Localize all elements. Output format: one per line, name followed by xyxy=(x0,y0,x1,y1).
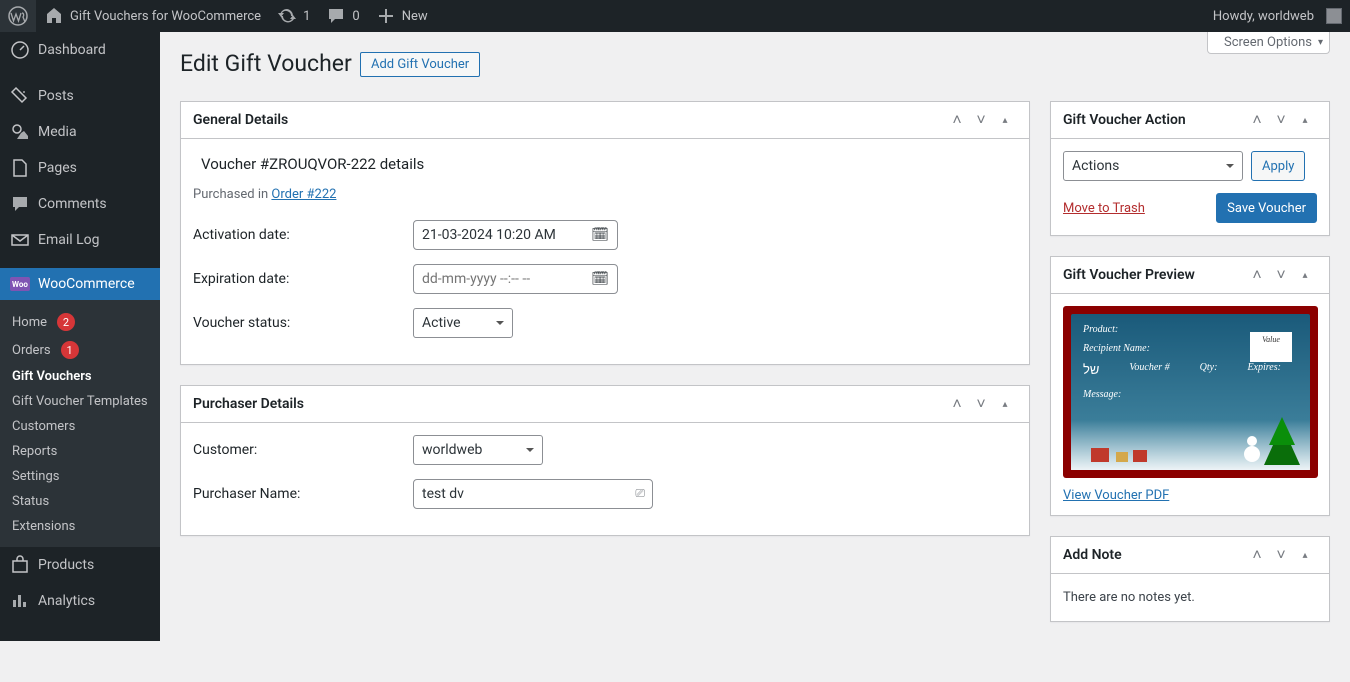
submenu-customers[interactable]: Customers xyxy=(0,414,160,439)
panel-toggle[interactable] xyxy=(1293,257,1317,293)
my-account[interactable]: Howdy, worldweb xyxy=(1205,0,1350,32)
activation-date-label: Activation date: xyxy=(193,227,413,243)
panel-move-up[interactable] xyxy=(1245,537,1269,573)
panel-toggle[interactable] xyxy=(1293,102,1317,138)
menu-media[interactable]: Media xyxy=(0,114,160,150)
purchaser-details-panel: Purchaser Details Customer: worldweb xyxy=(180,385,1030,536)
activation-date-input[interactable]: 21-03-2024 10:20 AM🗓 xyxy=(413,220,618,250)
apply-button[interactable]: Apply xyxy=(1251,151,1305,181)
panel-move-up[interactable] xyxy=(1245,257,1269,293)
howdy-text: Howdy, worldweb xyxy=(1213,9,1314,24)
calendar-icon: 🗓 xyxy=(591,271,609,287)
panel-move-down[interactable] xyxy=(969,102,993,138)
updates-count: 1 xyxy=(303,9,310,24)
submenu-extensions[interactable]: Extensions xyxy=(0,514,160,539)
site-name-label: Gift Vouchers for WooCommerce xyxy=(70,9,261,24)
action-panel-heading: Gift Voucher Action xyxy=(1063,102,1186,138)
gift-voucher-preview-panel: Gift Voucher Preview Product: xyxy=(1050,256,1330,516)
updates[interactable]: 1 xyxy=(269,0,318,32)
purchased-in-line: Purchased in Order #222 xyxy=(193,187,1017,202)
move-to-trash-link[interactable]: Move to Trash xyxy=(1063,201,1145,216)
contact-icon: ⎚ xyxy=(635,486,645,501)
screen-options-toggle[interactable]: Screen Options xyxy=(1207,32,1330,54)
menu-pages[interactable]: Pages xyxy=(0,150,160,186)
panel-toggle[interactable] xyxy=(993,386,1017,422)
comments[interactable]: 0 xyxy=(318,0,367,32)
general-details-heading: General Details xyxy=(193,102,288,138)
voucher-code-title: Voucher #ZROUQVOR-222 details xyxy=(193,151,1017,187)
add-gift-voucher-button[interactable]: Add Gift Voucher xyxy=(360,52,480,77)
customer-select[interactable]: worldweb xyxy=(413,435,543,465)
menu-email-log[interactable]: Email Log xyxy=(0,222,160,258)
new-content[interactable]: New xyxy=(368,0,436,32)
notes-empty-text: There are no notes yet. xyxy=(1063,586,1317,609)
submenu-home[interactable]: Home2 xyxy=(0,308,160,336)
voucher-status-label: Voucher status: xyxy=(193,315,413,331)
menu-dashboard[interactable]: Dashboard xyxy=(0,32,160,68)
avatar xyxy=(1326,8,1342,24)
menu-posts[interactable]: Posts xyxy=(0,78,160,114)
comments-count: 0 xyxy=(352,9,359,24)
submenu-settings[interactable]: Settings xyxy=(0,464,160,489)
submenu-gift-vouchers[interactable]: Gift Vouchers xyxy=(0,364,160,389)
purchaser-details-heading: Purchaser Details xyxy=(193,386,304,422)
panel-toggle[interactable] xyxy=(993,102,1017,138)
panel-move-up[interactable] xyxy=(945,386,969,422)
menu-comments[interactable]: Comments xyxy=(0,186,160,222)
save-voucher-button[interactable]: Save Voucher xyxy=(1216,193,1317,223)
purchaser-name-input[interactable] xyxy=(413,479,653,509)
order-link[interactable]: Order #222 xyxy=(271,187,336,202)
menu-woocommerce[interactable]: WooWooCommerce xyxy=(0,268,160,300)
woo-icon: Woo xyxy=(10,277,30,291)
voucher-status-select[interactable]: Active xyxy=(413,308,513,338)
panel-move-down[interactable] xyxy=(1269,537,1293,573)
submenu-gift-voucher-templates[interactable]: Gift Voucher Templates xyxy=(0,389,160,414)
purchaser-name-label: Purchaser Name: xyxy=(193,486,413,502)
submenu-status[interactable]: Status xyxy=(0,489,160,514)
panel-move-down[interactable] xyxy=(969,386,993,422)
panel-move-down[interactable] xyxy=(1269,257,1293,293)
general-details-panel: General Details Voucher #ZROUQVOR-222 de… xyxy=(180,101,1030,365)
note-panel-heading: Add Note xyxy=(1063,537,1122,573)
submenu-reports[interactable]: Reports xyxy=(0,439,160,464)
panel-toggle[interactable] xyxy=(1293,537,1317,573)
menu-products[interactable]: Products xyxy=(0,547,160,583)
panel-move-up[interactable] xyxy=(1245,102,1269,138)
view-voucher-pdf-link[interactable]: View Voucher PDF xyxy=(1063,488,1169,503)
wp-logo[interactable] xyxy=(0,0,36,32)
actions-select[interactable]: Actions xyxy=(1063,151,1243,181)
page-title: Edit Gift Voucher xyxy=(180,41,352,81)
add-note-panel: Add Note There are no notes yet. xyxy=(1050,536,1330,622)
expiration-date-input[interactable]: dd-mm-yyyy --:-- --🗓 xyxy=(413,264,618,294)
expiration-date-label: Expiration date: xyxy=(193,271,413,287)
customer-label: Customer: xyxy=(193,442,413,458)
gift-voucher-action-panel: Gift Voucher Action Actions Apply xyxy=(1050,101,1330,236)
voucher-preview-image: Product: Recipient Name: שלVoucher # Qty… xyxy=(1063,306,1318,478)
site-name[interactable]: Gift Vouchers for WooCommerce xyxy=(36,0,269,32)
panel-move-down[interactable] xyxy=(1269,102,1293,138)
preview-panel-heading: Gift Voucher Preview xyxy=(1063,257,1195,293)
submenu-orders[interactable]: Orders1 xyxy=(0,336,160,364)
menu-analytics[interactable]: Analytics xyxy=(0,583,160,619)
calendar-icon: 🗓 xyxy=(591,227,609,243)
new-label: New xyxy=(402,9,428,24)
panel-move-up[interactable] xyxy=(945,102,969,138)
